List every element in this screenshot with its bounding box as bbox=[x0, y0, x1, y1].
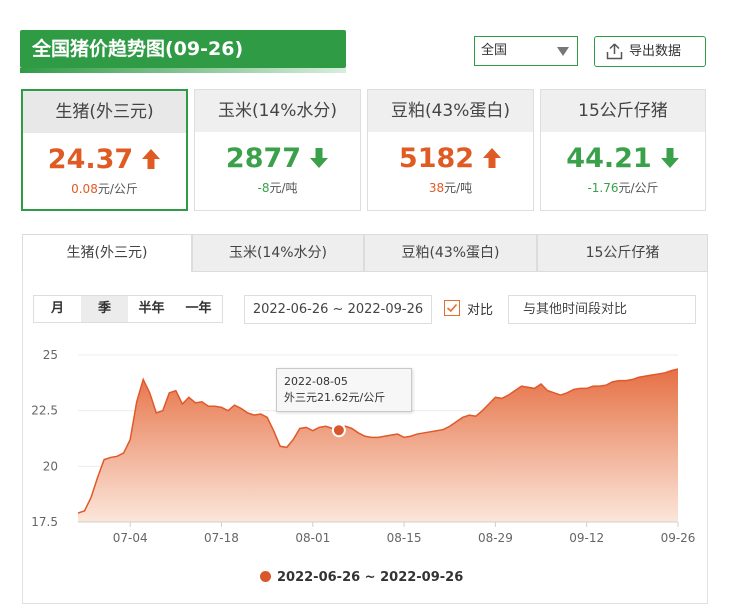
y-tick-label: 17.5 bbox=[31, 515, 58, 529]
period-month[interactable]: 月 bbox=[34, 296, 81, 322]
card-title: 豆粕(43%蛋白) bbox=[368, 90, 533, 132]
price-card-live-hog[interactable]: 生猪(外三元) 24.37 0.08元/公斤 bbox=[21, 89, 188, 211]
export-label: 导出数据 bbox=[629, 44, 682, 59]
compare-label: 对比 bbox=[467, 303, 494, 318]
card-title: 生猪(外三元) bbox=[23, 91, 186, 133]
x-tick-label: 08-15 bbox=[387, 531, 422, 545]
price-trend-chart: 17.5 20 22.5 25 07-04 07-18 08-01 08-15 08-29 09… bbox=[31, 348, 696, 545]
card-change-unit: 元/公斤 bbox=[97, 182, 138, 196]
arrow-up-icon bbox=[142, 148, 161, 169]
chart-tooltip: 2022-08-05 外三元21.62元/公斤 bbox=[276, 368, 412, 412]
highlight-point[interactable] bbox=[331, 423, 346, 438]
period-year[interactable]: 一年 bbox=[175, 296, 222, 322]
card-change-value: -1.76 bbox=[587, 181, 619, 195]
card-change-value: 0.08 bbox=[71, 182, 98, 196]
period-switch: 月 季 半年 一年 bbox=[33, 295, 223, 323]
page-title: 全国猪价趋势图(09-26) bbox=[20, 30, 346, 73]
caret-down-icon bbox=[557, 47, 569, 56]
compare-checkbox[interactable] bbox=[444, 300, 460, 316]
period-quarter[interactable]: 季 bbox=[81, 296, 128, 322]
card-value: 44.21 bbox=[566, 143, 652, 174]
x-tick-label: 07-18 bbox=[204, 531, 239, 545]
card-title: 15公斤仔猪 bbox=[541, 90, 705, 132]
period-half-year[interactable]: 半年 bbox=[128, 296, 175, 322]
legend-label: 2022-06-26 ~ 2022-09-26 bbox=[277, 570, 464, 585]
tab-piglet[interactable]: 15公斤仔猪 bbox=[537, 234, 708, 272]
y-tick-label: 20 bbox=[43, 459, 58, 473]
tab-soybean-meal[interactable]: 豆粕(43%蛋白) bbox=[364, 234, 537, 272]
arrow-down-icon bbox=[310, 147, 329, 168]
price-card-corn[interactable]: 玉米(14%水分) 2877 -8元/吨 bbox=[194, 89, 361, 211]
arrow-up-icon bbox=[483, 147, 502, 168]
card-change-value: -8 bbox=[257, 181, 270, 195]
checkmark-icon bbox=[446, 303, 458, 313]
card-value: 2877 bbox=[225, 143, 302, 174]
price-card-piglet[interactable]: 15公斤仔猪 44.21 -1.76元/公斤 bbox=[540, 89, 706, 211]
x-tick-label: 09-26 bbox=[661, 531, 696, 545]
tooltip-value: 外三元21.62元/公斤 bbox=[284, 391, 386, 404]
chart-legend[interactable]: 2022-06-26 ~ 2022-09-26 bbox=[260, 570, 463, 585]
card-change-value: 38 bbox=[428, 181, 445, 195]
card-title: 玉米(14%水分) bbox=[195, 90, 360, 132]
tab-live-hog[interactable]: 生猪(外三元) bbox=[22, 234, 192, 272]
region-select-value: 全国 bbox=[481, 43, 508, 58]
tooltip-date: 2022-08-05 bbox=[284, 375, 348, 388]
date-range-picker[interactable]: 2022-06-26 ~ 2022-09-26 bbox=[244, 295, 432, 324]
x-tick-label: 07-04 bbox=[113, 531, 148, 545]
legend-dot-icon bbox=[260, 570, 271, 582]
price-card-soybean-meal[interactable]: 豆粕(43%蛋白) 5182 38元/吨 bbox=[367, 89, 534, 211]
card-value: 24.37 bbox=[47, 144, 134, 175]
y-tick-label: 25 bbox=[43, 348, 58, 362]
region-select[interactable]: 全国 bbox=[474, 36, 578, 66]
x-tick-label: 09-12 bbox=[569, 531, 604, 545]
tab-corn[interactable]: 玉米(14%水分) bbox=[192, 234, 364, 272]
card-change-unit: 元/公斤 bbox=[618, 181, 659, 195]
other-period-input[interactable]: 与其他时间段对比 bbox=[508, 295, 696, 324]
export-button[interactable]: 导出数据 bbox=[594, 36, 706, 67]
arrow-down-icon bbox=[660, 147, 679, 168]
card-change-unit: 元/吨 bbox=[269, 181, 298, 195]
x-tick-label: 08-01 bbox=[295, 531, 330, 545]
card-value: 5182 bbox=[398, 143, 475, 174]
export-icon bbox=[606, 43, 623, 60]
x-tick-label: 08-29 bbox=[478, 531, 513, 545]
card-change-unit: 元/吨 bbox=[444, 181, 473, 195]
y-tick-label: 22.5 bbox=[31, 404, 58, 418]
